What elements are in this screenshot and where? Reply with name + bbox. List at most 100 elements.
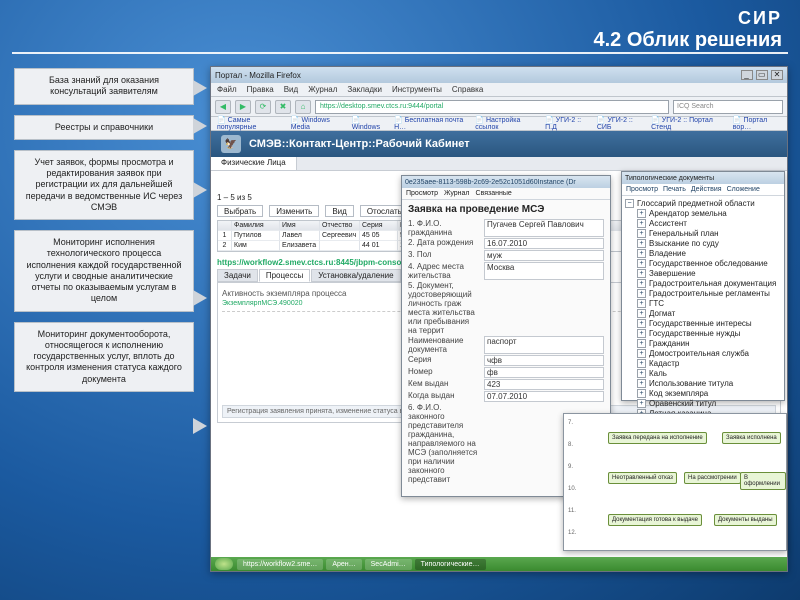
expand-icon[interactable]: + [637,319,646,328]
form-menu-item[interactable]: Просмотр [406,190,438,197]
form-field[interactable]: 07.07.2010 [484,391,604,402]
start-button[interactable] [215,558,233,570]
taskbar-item[interactable]: Арен… [326,559,361,570]
diagram-node[interactable]: Заявка передана на исполнение [608,432,707,444]
tree-node[interactable]: +Использование титула [637,379,781,388]
bookmark-item[interactable]: УГИ-2 :: СИБ [597,116,643,131]
min-button[interactable]: _ [741,70,753,80]
expand-icon[interactable]: + [637,369,646,378]
form-menu-item[interactable]: Связанные [476,190,512,197]
expand-icon[interactable]: + [637,339,646,348]
form-menu-item[interactable]: Журнал [444,190,470,197]
tree-node[interactable]: +Арендатор земельна [637,209,781,218]
menu-item[interactable]: Инструменты [392,85,442,94]
forward-button[interactable]: ▶ [235,100,251,114]
workflow-tab[interactable]: Задачи [217,269,258,282]
form-field[interactable]: муж [484,250,604,261]
bookmark-item[interactable]: Windows [352,116,386,131]
expand-icon[interactable]: + [637,239,646,248]
tree-node[interactable]: +Государственные интересы [637,319,781,328]
tree-node[interactable]: +Домостроительная служба [637,349,781,358]
column-header[interactable] [218,221,232,231]
toolbar-button[interactable]: Изменить [269,205,319,217]
menu-item[interactable]: Файл [217,85,237,94]
menu-item[interactable]: Журнал [308,85,337,94]
form-field[interactable]: Пугачев Сергей Павлович [484,219,604,237]
form-field[interactable]: чфв [484,355,604,366]
expand-icon[interactable]: + [637,219,646,228]
tree-node[interactable]: +Каль [637,369,781,378]
tree-node[interactable]: +Государственные нужды [637,329,781,338]
tree-node[interactable]: +Догмат [637,309,781,318]
search-box[interactable]: ICQ Search [673,100,783,114]
tree-node[interactable]: +Кадастр [637,359,781,368]
bookmark-item[interactable]: Бесплатная почта H… [394,116,467,131]
menu-item[interactable]: Вид [284,85,298,94]
tree-node[interactable]: +Код экземпляра [637,389,781,398]
max-button[interactable]: ▭ [756,70,768,80]
back-button[interactable]: ◀ [215,100,231,114]
diagram-node[interactable]: Заявка исполнена [722,432,781,444]
expand-icon[interactable]: + [637,279,646,288]
tree-node[interactable]: +Гражданин [637,339,781,348]
expand-icon[interactable]: + [637,389,646,398]
expand-icon[interactable]: + [637,229,646,238]
toolbar-button[interactable]: Выбрать [217,205,263,217]
form-field[interactable]: 16.07.2010 [484,238,604,249]
form-field[interactable] [484,281,604,335]
expand-icon[interactable]: + [637,309,646,318]
menu-item[interactable]: Справка [452,85,483,94]
close-button[interactable]: ✕ [771,70,783,80]
tree-node[interactable]: +Градостроительные регламенты [637,289,781,298]
bookmark-item[interactable]: Windows Media [291,116,344,131]
form-field[interactable]: Москва [484,262,604,280]
workflow-tab[interactable]: Установка/удаление [311,269,400,282]
expand-icon[interactable]: + [637,259,646,268]
expand-icon[interactable]: + [637,209,646,218]
expand-icon[interactable]: + [637,379,646,388]
taskbar-item[interactable]: Типологические… [415,559,486,570]
tree-node[interactable]: +Генеральный план [637,229,781,238]
expand-icon[interactable]: + [637,349,646,358]
browser-menubar[interactable]: ФайлПравкаВидЖурналЗакладкиИнструментыСп… [211,83,787,97]
tree-menu-item[interactable]: Действия [691,186,722,193]
tree-node[interactable]: +Государственное обследование [637,259,781,268]
form-field[interactable]: паспорт [484,336,604,354]
column-header[interactable]: Имя [280,221,320,231]
column-header[interactable]: Серия [360,221,398,231]
tree-menu-item[interactable]: Сложение [727,186,760,193]
tree-node[interactable]: +Владение [637,249,781,258]
diagram-node[interactable]: Документация готова к выдаче [608,514,702,526]
expand-icon[interactable]: + [637,399,646,408]
expand-icon[interactable]: + [637,299,646,308]
tree-root[interactable]: − Глоссарий предметной области [625,199,781,208]
expand-icon[interactable]: + [637,269,646,278]
expand-icon[interactable]: + [637,249,646,258]
taskbar-item[interactable]: https://workflow2.sme… [237,559,323,570]
collapse-icon[interactable]: − [625,199,634,208]
diagram-node[interactable]: На рассмотрении [684,472,741,484]
column-header[interactable]: Отчество [320,221,360,231]
column-header[interactable]: Фамилия [232,221,280,231]
workflow-tab[interactable]: Процессы [259,269,310,282]
expand-icon[interactable]: + [637,329,646,338]
home-button[interactable]: ⌂ [295,100,311,114]
toolbar-button[interactable]: Вид [325,205,353,217]
bookmarks-bar[interactable]: Самые популярныеWindows MediaWindowsБесп… [211,117,787,131]
bookmark-item[interactable]: УГИ-2 :: П.Д [545,116,589,131]
bookmark-item[interactable]: Настройка ссылок [475,116,537,131]
diagram-node[interactable]: Неотравленный отказ [608,472,677,484]
tree-node[interactable]: +Взыскание по суду [637,239,781,248]
tree-node[interactable]: +Завершение [637,269,781,278]
tree-menu-item[interactable]: Просмотр [626,186,658,193]
expand-icon[interactable]: + [637,289,646,298]
menu-item[interactable]: Правка [247,85,274,94]
tree-node[interactable]: +Градостроительная документация [637,279,781,288]
stop-button[interactable]: ✖ [275,100,291,114]
tab-persons[interactable]: Физические Лица [211,157,297,170]
tree-menu-item[interactable]: Печать [663,186,686,193]
tree-node[interactable]: +ГТС [637,299,781,308]
bookmark-item[interactable]: УГИ-2 :: Портал Стенд [651,116,725,131]
url-bar[interactable]: https://desktop.smev.ctcs.ru:9444/portal [315,100,669,114]
diagram-node[interactable]: Документы выданы [714,514,777,526]
